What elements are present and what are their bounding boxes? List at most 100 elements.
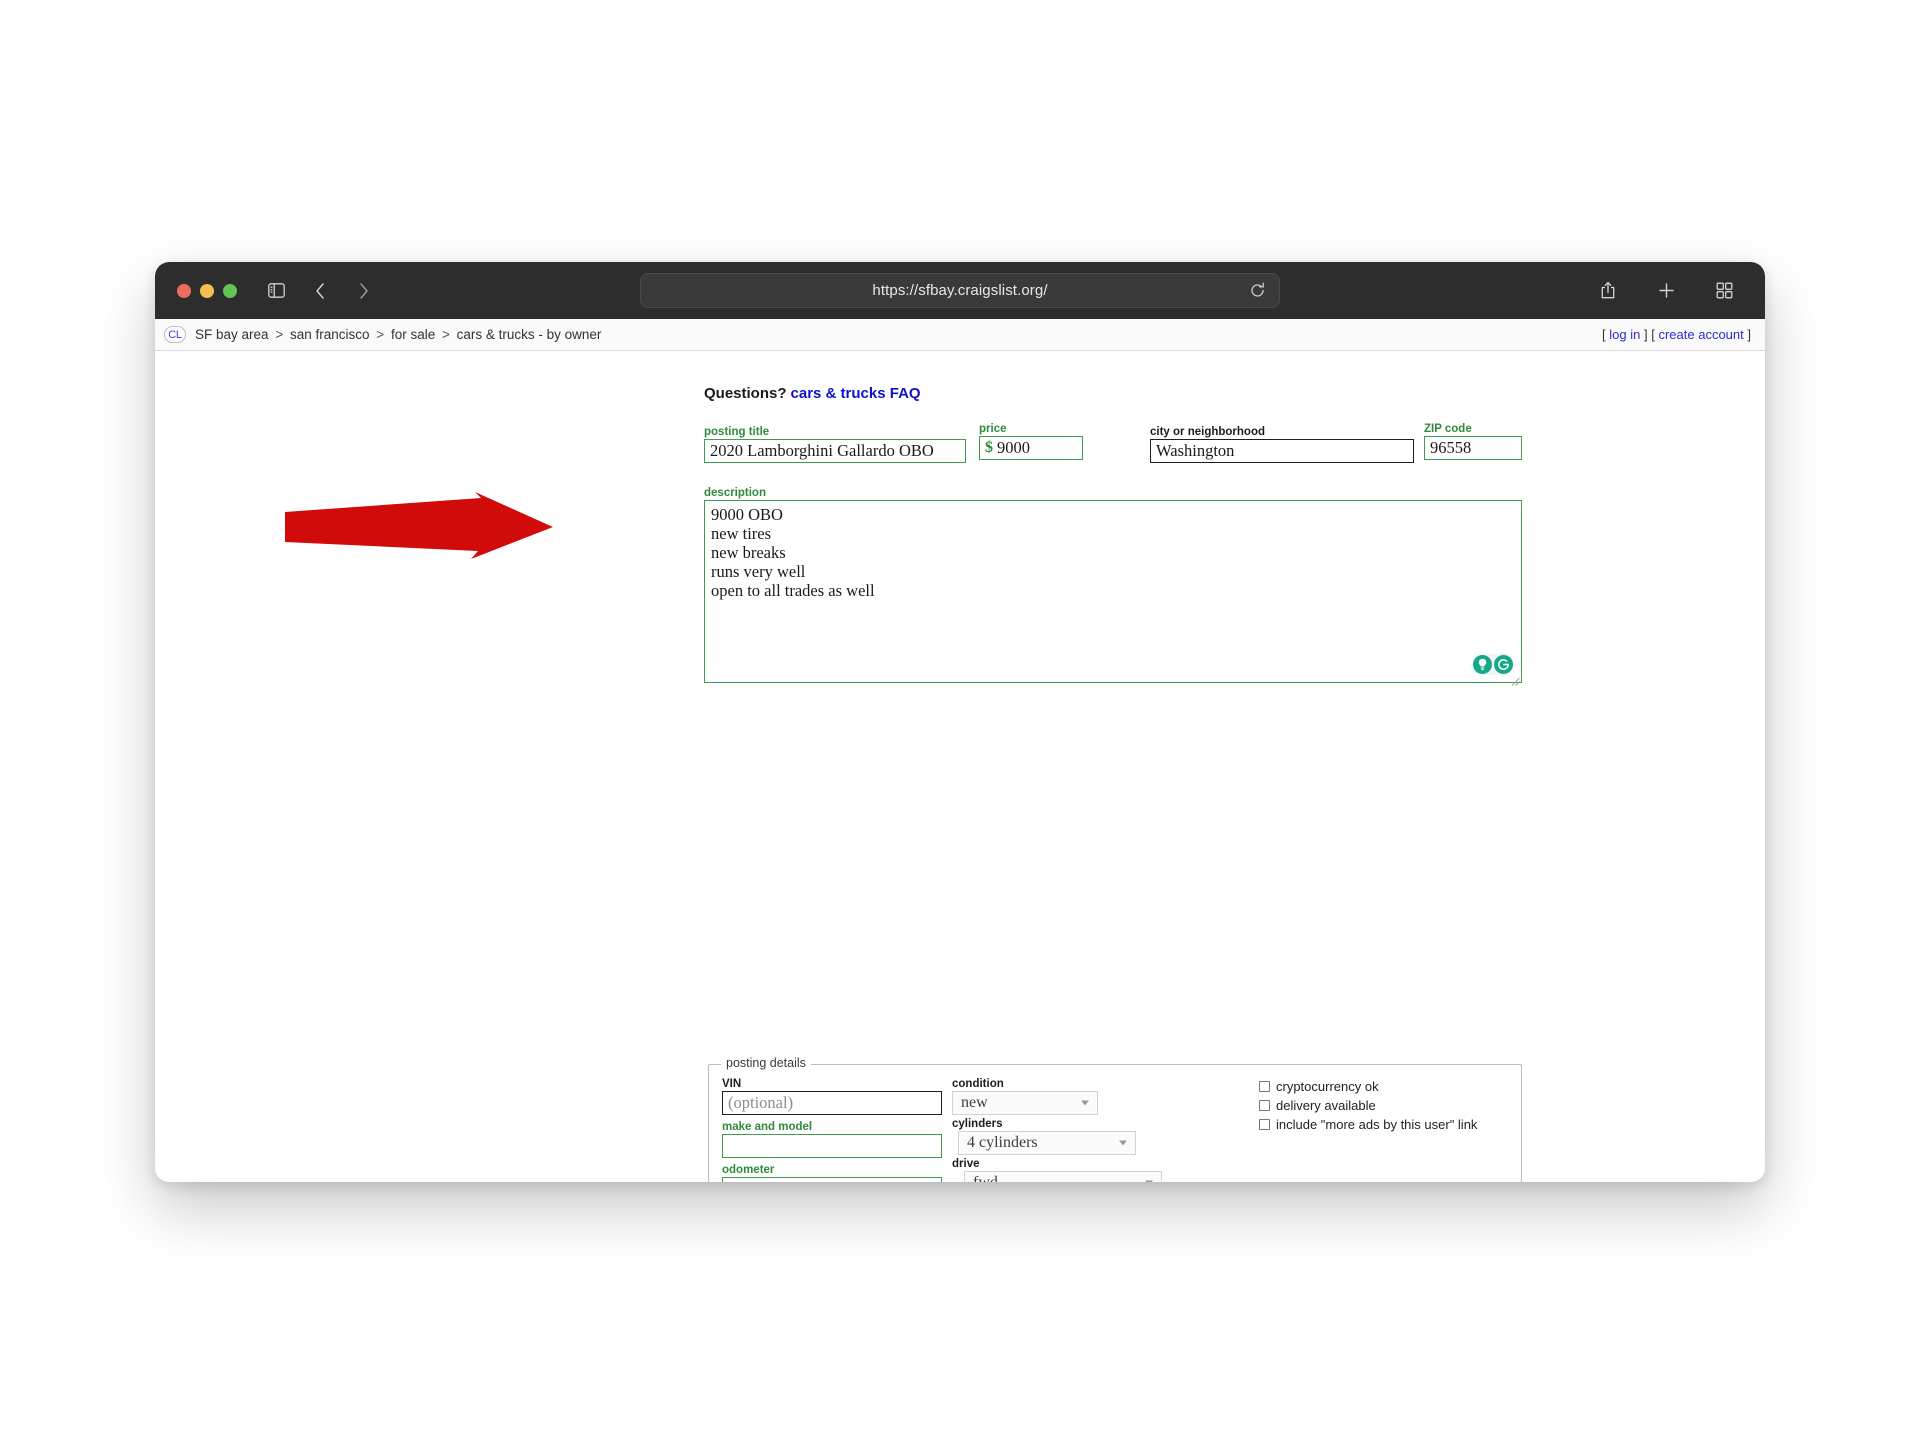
breadcrumb-item-forsale[interactable]: for sale — [391, 327, 435, 342]
drive-select[interactable]: fwd — [964, 1171, 1162, 1182]
make-and-model-label: make and model — [722, 1121, 813, 1133]
breadcrumb-item-category[interactable]: cars & trucks - by owner — [457, 327, 602, 342]
more-ads-link-checkbox[interactable] — [1259, 1119, 1270, 1130]
cylinders-label: cylinders — [952, 1118, 1003, 1130]
breadcrumb-separator: > — [275, 327, 284, 342]
bracket-close: ] — [1747, 327, 1751, 342]
bracket-mid: ] [ — [1644, 327, 1655, 342]
make-and-model-input[interactable] — [722, 1134, 942, 1158]
maximize-button[interactable] — [223, 283, 237, 298]
zip-group: ZIP code 96558 — [1424, 423, 1522, 460]
breadcrumb-item-city[interactable]: san francisco — [290, 327, 370, 342]
zip-value: 96558 — [1430, 438, 1472, 457]
drive-group: drive fwd — [952, 1158, 1262, 1182]
url-text: https://sfbay.craigslist.org/ — [872, 282, 1048, 299]
odometer-label: odometer — [722, 1164, 775, 1176]
browser-window: https://sfbay.craigslist.org/ CL SF bay … — [155, 262, 1765, 1182]
details-left-column: VIN (optional) make and model odometer m… — [722, 1078, 952, 1182]
description-line: runs very well — [711, 562, 806, 581]
forward-chevron-icon[interactable] — [349, 276, 379, 306]
currency-prefix: $ — [985, 439, 993, 456]
breadcrumb-item-area[interactable]: SF bay area — [195, 327, 269, 342]
chevron-down-icon — [1119, 1140, 1127, 1146]
details-middle-column: condition new cylinders 4 cylinders driv… — [952, 1078, 1262, 1182]
delivery-available-checkbox[interactable] — [1259, 1100, 1270, 1111]
plus-icon[interactable] — [1651, 276, 1681, 306]
vin-label: VIN — [722, 1078, 742, 1090]
breadcrumb-separator: > — [441, 327, 450, 342]
city-input[interactable]: Washington — [1150, 439, 1414, 463]
condition-select[interactable]: new — [952, 1091, 1098, 1115]
grammarly-widget[interactable] — [1471, 654, 1515, 675]
condition-value: new — [961, 1094, 988, 1111]
posting-form: Questions? cars & trucks FAQ posting titl… — [155, 351, 1765, 1182]
price-group: price $ 9000 — [979, 423, 1083, 460]
cars-trucks-faq-link[interactable]: cars & trucks FAQ — [791, 385, 921, 402]
vin-input[interactable]: (optional) — [722, 1091, 942, 1115]
odometer-placeholder: miles — [728, 1179, 764, 1182]
cylinders-group: cylinders 4 cylinders — [952, 1118, 1262, 1155]
drive-label: drive — [952, 1158, 980, 1170]
details-right-column: cryptocurrency ok delivery available inc… — [1259, 1075, 1509, 1132]
browser-toolbar-right — [1593, 276, 1739, 306]
log-in-link[interactable]: log in — [1609, 327, 1640, 342]
cryptocurrency-ok-row[interactable]: cryptocurrency ok — [1259, 1079, 1509, 1094]
share-icon[interactable] — [1593, 276, 1623, 306]
screenshot-stage: https://sfbay.craigslist.org/ CL SF bay … — [0, 0, 1920, 1440]
more-ads-link-row[interactable]: include "more ads by this user" link — [1259, 1117, 1509, 1132]
drive-value: fwd — [973, 1174, 998, 1182]
description-line: open to all trades as well — [711, 581, 875, 600]
textarea-resize-handle[interactable] — [1510, 671, 1520, 686]
sidebar-icon[interactable] — [261, 276, 291, 306]
create-account-link[interactable]: create account — [1658, 327, 1743, 342]
grid-icon[interactable] — [1709, 276, 1739, 306]
grammarly-g-icon[interactable] — [1494, 655, 1513, 674]
posting-title-group: posting title 2020 Lamborghini Gallardo … — [704, 426, 966, 463]
description-group: description 9000 OBO new tires new break… — [704, 487, 1522, 686]
minimize-button[interactable] — [200, 283, 214, 298]
delivery-available-label: delivery available — [1276, 1098, 1376, 1113]
zip-label: ZIP code — [1424, 423, 1472, 435]
account-links: [ log in ] [ create account ] — [1602, 327, 1756, 342]
window-controls — [177, 283, 237, 298]
posting-title-value: 2020 Lamborghini Gallardo OBO — [710, 441, 934, 460]
breadcrumb: SF bay area > san francisco > for sale >… — [195, 327, 601, 342]
condition-label: condition — [952, 1078, 1004, 1090]
page-viewport: CL SF bay area > san francisco > for sal… — [155, 319, 1765, 1182]
more-ads-link-label: include "more ads by this user" link — [1276, 1117, 1478, 1132]
posting-details-legend: posting details — [721, 1056, 811, 1070]
faq-prompt-text: Questions? — [704, 385, 787, 402]
bracket-open: [ — [1602, 327, 1606, 342]
posting-title-label: posting title — [704, 426, 770, 438]
close-button[interactable] — [177, 283, 191, 298]
description-label: description — [704, 487, 766, 499]
city-value: Washington — [1156, 441, 1235, 460]
chevron-down-icon — [1145, 1180, 1153, 1182]
description-line: 9000 OBO — [711, 505, 783, 524]
description-line: new breaks — [711, 543, 786, 562]
chevron-down-icon — [1081, 1100, 1089, 1106]
reload-icon[interactable] — [1249, 282, 1267, 300]
city-label: city or neighborhood — [1150, 426, 1265, 438]
browser-titlebar: https://sfbay.craigslist.org/ — [155, 262, 1765, 319]
zip-input[interactable]: 96558 — [1424, 436, 1522, 460]
price-input[interactable]: $ 9000 — [979, 436, 1083, 460]
breadcrumb-separator: > — [376, 327, 385, 342]
vin-placeholder: (optional) — [728, 1093, 794, 1112]
posting-title-input[interactable]: 2020 Lamborghini Gallardo OBO — [704, 439, 966, 463]
odometer-input[interactable]: miles — [722, 1177, 942, 1182]
city-group: city or neighborhood Washington — [1150, 426, 1414, 463]
browser-nav-group — [261, 276, 379, 306]
craigslist-logo[interactable]: CL — [164, 326, 186, 343]
delivery-available-row[interactable]: delivery available — [1259, 1098, 1509, 1113]
faq-line: Questions? cars & trucks FAQ — [704, 385, 921, 402]
condition-group: condition new — [952, 1078, 1262, 1115]
cryptocurrency-ok-checkbox[interactable] — [1259, 1081, 1270, 1092]
back-chevron-icon[interactable] — [305, 276, 335, 306]
address-bar[interactable]: https://sfbay.craigslist.org/ — [640, 273, 1280, 308]
description-textarea[interactable]: 9000 OBO new tires new breaks runs very … — [704, 500, 1522, 686]
lightbulb-icon[interactable] — [1473, 655, 1492, 674]
cylinders-select[interactable]: 4 cylinders — [958, 1131, 1136, 1155]
craigslist-header: CL SF bay area > san francisco > for sal… — [155, 319, 1765, 351]
price-label: price — [979, 423, 1007, 435]
